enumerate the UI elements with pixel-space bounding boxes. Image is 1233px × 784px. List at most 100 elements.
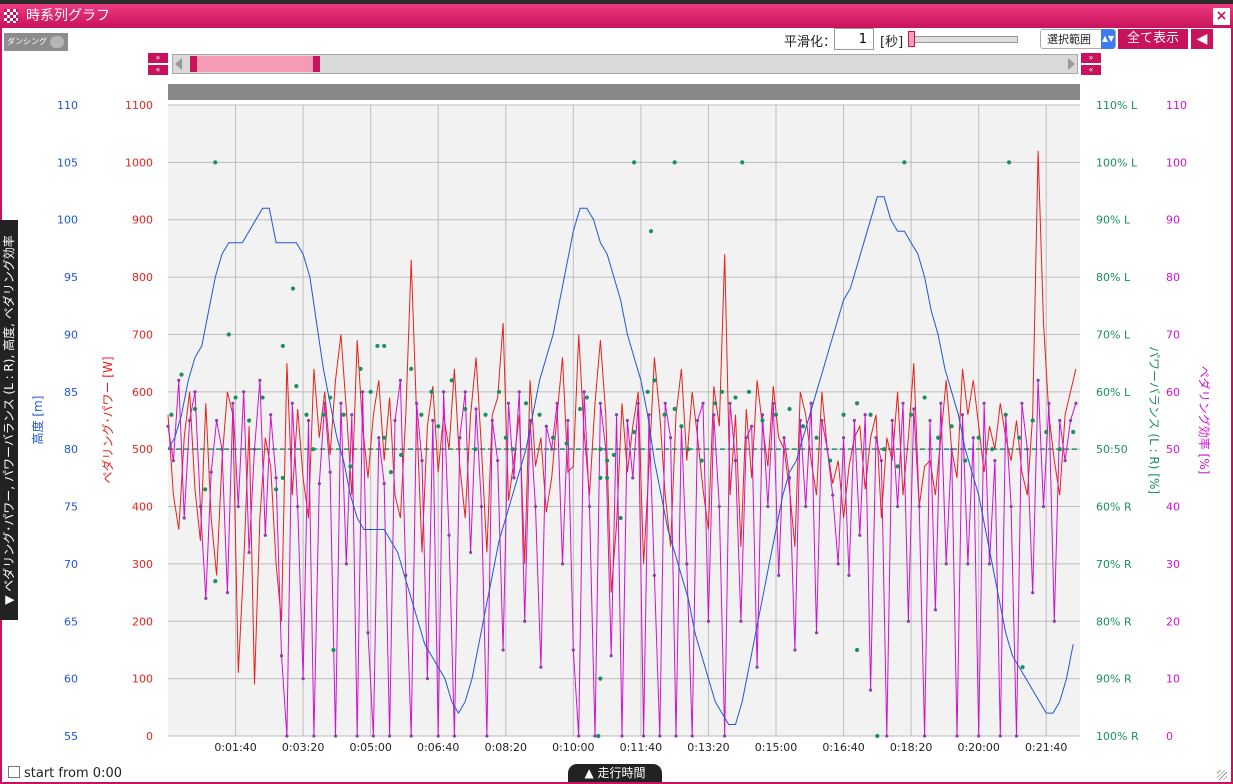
efficiency-point [312, 734, 316, 738]
resize-grip-icon[interactable] [1217, 770, 1227, 780]
balance-point [463, 406, 468, 412]
efficiency-point [982, 401, 986, 405]
efficiency-tick-label: 110 [1166, 99, 1187, 112]
x-tick-label: 0:10:00 [552, 741, 594, 754]
balance-point [358, 366, 363, 371]
efficiency-point [652, 573, 657, 577]
efficiency-point [317, 482, 321, 486]
efficiency-point [609, 654, 613, 658]
chart-header-band [168, 84, 1080, 100]
balance-point [341, 412, 346, 417]
efficiency-point [377, 436, 381, 440]
start-from-zero-checkbox[interactable]: start from 0:00 [8, 766, 122, 781]
efficiency-point [733, 459, 738, 463]
balance-tick-label: 80% R [1096, 615, 1132, 628]
efficiency-point [831, 493, 835, 497]
efficiency-point [614, 413, 619, 417]
efficiency-point [604, 447, 608, 451]
balance-point [429, 389, 434, 394]
efficiency-point [279, 654, 284, 658]
efficiency-point [474, 407, 478, 411]
efficiency-point [1014, 734, 1019, 738]
balance-point [192, 406, 198, 412]
balance-point [672, 160, 677, 165]
balance-tick-label: 70% R [1096, 558, 1132, 571]
balance-point [746, 389, 752, 394]
efficiency-point [344, 562, 348, 566]
balance-point [523, 401, 529, 406]
efficiency-point [501, 648, 505, 652]
balance-point [1030, 418, 1035, 423]
balance-point [648, 229, 654, 234]
balance-point [1003, 412, 1008, 417]
efficiency-point [890, 418, 894, 423]
efficiency-point [874, 436, 878, 440]
altitude-tick-label: 60 [64, 673, 78, 686]
efficiency-point [977, 734, 981, 738]
efficiency-point [939, 401, 943, 405]
balance-point [382, 435, 387, 440]
balance-point [368, 389, 373, 394]
time-axis-tab[interactable]: ▲ 走行時間 [568, 764, 662, 782]
efficiency-point [858, 533, 862, 537]
balance-point [611, 452, 616, 458]
efficiency-point [663, 401, 667, 405]
balance-point [419, 412, 424, 417]
balance-point [436, 424, 441, 429]
checkbox-box[interactable] [8, 766, 20, 778]
efficiency-point [1074, 401, 1078, 405]
efficiency-tick-label: 70 [1166, 328, 1180, 341]
altitude-tick-label: 85 [64, 386, 78, 399]
x-tick-label: 0:18:20 [890, 741, 932, 754]
altitude-tick-label: 75 [64, 501, 78, 514]
balance-point [294, 383, 299, 389]
efficiency-point [712, 413, 716, 417]
balance-point [936, 435, 941, 440]
efficiency-point [620, 734, 624, 738]
efficiency-point [269, 413, 273, 417]
efficiency-point [582, 390, 586, 394]
x-tick-label: 0:03:20 [282, 741, 324, 754]
efficiency-point [690, 734, 694, 738]
efficiency-point [1036, 378, 1040, 382]
efficiency-point [771, 401, 775, 405]
balance-point [503, 435, 508, 440]
efficiency-point [274, 476, 278, 480]
balance-point [233, 395, 238, 400]
efficiency-point [436, 734, 440, 738]
efficiency-point [636, 401, 640, 405]
time-series-chart[interactable]: 5560657075808590951001051100100200300400… [0, 0, 1233, 784]
efficiency-point [350, 413, 354, 417]
balance-point [304, 412, 309, 417]
balance-point [169, 412, 174, 417]
efficiency-point [1025, 447, 1029, 451]
balance-point [976, 435, 981, 440]
efficiency-point [917, 504, 921, 509]
altitude-tick-label: 95 [64, 271, 78, 284]
efficiency-point [209, 470, 213, 474]
start-from-zero-label: start from 0:00 [24, 766, 122, 781]
efficiency-point [847, 573, 851, 577]
efficiency-point [566, 418, 570, 423]
balance-point [854, 401, 860, 406]
efficiency-tick-label: 60 [1166, 386, 1180, 399]
efficiency-tick-label: 20 [1166, 615, 1180, 628]
efficiency-point [198, 504, 203, 509]
balance-point [577, 406, 583, 412]
power-tick-label: 0 [146, 730, 153, 743]
efficiency-point [879, 459, 883, 463]
efficiency-point [1009, 504, 1013, 509]
balance-point [605, 458, 610, 463]
balance-tick-label: 110% L [1096, 99, 1138, 112]
series-toggle-label[interactable]: ▼ ペダリング･パワー, パワーバランス (L : R), 高度, ペダリング効… [0, 220, 18, 620]
balance-point [1017, 435, 1022, 440]
efficiency-point [987, 562, 992, 566]
balance-point [713, 401, 718, 406]
balance-point [598, 447, 603, 452]
efficiency-point [285, 734, 289, 738]
efficiency-point [177, 378, 181, 382]
efficiency-point [906, 619, 911, 623]
efficiency-point [744, 436, 748, 440]
balance-tick-label: 80% L [1096, 271, 1131, 284]
efficiency-point [825, 447, 829, 451]
